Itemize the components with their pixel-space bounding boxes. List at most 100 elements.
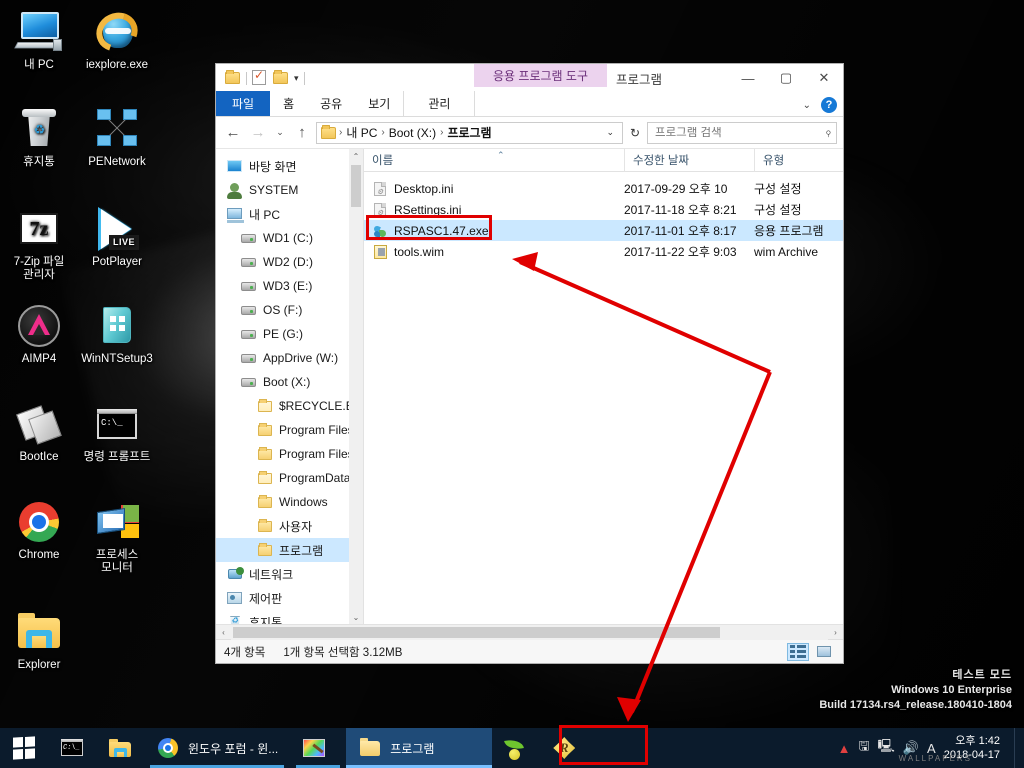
nav-item-pe-g[interactable]: PE (G:) xyxy=(216,322,349,346)
properties-icon[interactable] xyxy=(252,68,268,86)
minimize-button[interactable]: — xyxy=(729,64,767,92)
scroll-up-arrow[interactable]: ⌃ xyxy=(349,149,363,163)
scroll-right-arrow[interactable]: › xyxy=(828,628,843,637)
breadcrumb[interactable]: › 내 PC › Boot (X:) › 프로그램 ⌄ xyxy=(316,121,623,144)
navigation-pane[interactable]: 바탕 화면 SYSTEM 내 PC WD1 (C:) WD2 (D:) WD3 … xyxy=(216,149,364,624)
file-list-pane[interactable]: 이름 수정한 날짜 유형 ⌃ ⚙ Desktop.ini 2017-09-29 … xyxy=(364,148,843,624)
desktop[interactable]: 내 PC iexplore.exe ♻ 휴지통 PENetwork 7z 7-Z… xyxy=(0,0,1024,768)
tab-manage[interactable]: 관리 xyxy=(403,91,476,116)
back-button[interactable]: ← xyxy=(222,122,244,144)
desktop-icon-bootice[interactable]: BootIce xyxy=(0,400,78,464)
nav-item-network[interactable]: 네트워크 xyxy=(216,562,349,586)
desktop-icon-chrome[interactable]: Chrome xyxy=(0,498,78,562)
horizontal-scrollbar[interactable]: ‹ › xyxy=(216,624,843,640)
scroll-left-arrow[interactable]: ‹ xyxy=(216,628,231,637)
desktop-icon-process-monitor[interactable]: 프로세스 모니터 xyxy=(78,498,156,575)
thumbnail-view-icon[interactable] xyxy=(813,643,835,661)
navigation-pane-scrollbar[interactable]: ⌃ ⌄ xyxy=(349,149,363,624)
scrollbar-track[interactable] xyxy=(231,624,828,640)
ribbon-tab-bar[interactable]: 파일 홈 공유 보기 관리 ⌄ ? xyxy=(216,91,843,117)
nav-item-appdrive-w[interactable]: AppDrive (W:) xyxy=(216,346,349,370)
address-bar-row[interactable]: ← → ⌄ ↑ › 내 PC › Boot (X:) › 프로그램 ⌄ ↻ ⌕ xyxy=(216,117,843,148)
network-tray-icon[interactable]: 🖳 xyxy=(878,737,895,759)
tab-share[interactable]: 공유 xyxy=(307,91,355,116)
up-button[interactable]: ↑ xyxy=(291,122,313,144)
nav-item-boot-x[interactable]: Boot (X:) xyxy=(216,370,349,394)
desktop-icon-penetwork[interactable]: PENetwork xyxy=(78,105,156,169)
desktop-icon-my-pc[interactable]: 내 PC xyxy=(0,8,78,72)
desktop-icon-recycle-bin[interactable]: ♻ 휴지통 xyxy=(0,105,78,169)
nav-item-this-pc[interactable]: 내 PC xyxy=(216,202,349,226)
tab-file[interactable]: 파일 xyxy=(216,91,271,116)
nav-item-programdata[interactable]: ProgramData xyxy=(216,466,350,490)
search-input[interactable] xyxy=(655,126,826,139)
chevron-down-icon[interactable]: ⌄ xyxy=(803,100,811,111)
search-box[interactable]: ⌕ xyxy=(647,121,837,144)
desktop-icon-explorer[interactable]: Explorer xyxy=(0,608,78,672)
taskbar-item-file-explorer[interactable] xyxy=(96,728,144,768)
file-explorer-window[interactable]: ▾ 응용 프로그램 도구 프로그램 — ▢ ✕ 파일 홈 공유 보기 관리 ⌄ … xyxy=(215,63,844,664)
quick-access-toolbar[interactable]: ▾ xyxy=(216,64,305,92)
file-name-cell[interactable]: ⚙ RSettings.ini xyxy=(364,202,624,218)
desktop-icon-7zip[interactable]: 7z 7-Zip 파일 관리자 xyxy=(0,205,78,282)
ribbon-right-controls[interactable]: ⌄ ? xyxy=(803,97,837,113)
safely-remove-hardware-icon[interactable]: 🖫 xyxy=(858,737,869,759)
taskbar-item-r-app[interactable]: R xyxy=(540,728,588,768)
close-button[interactable]: ✕ xyxy=(805,64,843,92)
nav-item-windows[interactable]: Windows xyxy=(216,490,349,514)
help-icon[interactable]: ? xyxy=(821,97,837,113)
nav-item-control-panel[interactable]: 제어판 xyxy=(216,586,349,610)
recent-locations-icon[interactable]: ⌄ xyxy=(272,122,288,144)
nav-item-program-files-x86[interactable]: Program Files ( xyxy=(216,442,361,466)
file-name-cell[interactable]: tools.wim xyxy=(364,244,624,260)
table-row[interactable]: tools.wim 2017-11-22 오후 9:03 wim Archive xyxy=(364,241,843,262)
desktop-icon-potplayer[interactable]: LIVE PotPlayer xyxy=(78,205,156,269)
file-name-cell[interactable]: ⚙ Desktop.ini xyxy=(364,181,624,197)
show-hidden-icons-icon[interactable]: ▲ xyxy=(838,741,851,756)
taskbar-item-paint[interactable] xyxy=(290,728,346,768)
view-mode-buttons[interactable] xyxy=(787,642,835,661)
nav-item-recycle-bin[interactable]: 휴지통 xyxy=(216,610,349,624)
nav-item-wd3-e[interactable]: WD3 (E:) xyxy=(216,274,349,298)
maximize-button[interactable]: ▢ xyxy=(767,64,805,92)
nav-item-users[interactable]: 사용자 xyxy=(216,514,349,538)
nav-item-programs-selected[interactable]: 프로그램 xyxy=(216,538,349,562)
taskbar-item-leaf-app[interactable] xyxy=(492,728,540,768)
breadcrumb-item-my-pc[interactable]: 내 PC xyxy=(346,124,377,141)
show-desktop-button[interactable] xyxy=(1014,728,1020,768)
column-header-type[interactable]: 유형 xyxy=(754,148,843,172)
taskbar[interactable]: C:\_ 윈도우 포럼 - 윈... 프로그램 R ▲ 🖫 🖳 🔊 A 오후 1… xyxy=(0,728,1024,768)
refresh-button[interactable]: ↻ xyxy=(626,126,644,140)
nav-item-wd1-c[interactable]: WD1 (C:) xyxy=(216,226,349,250)
nav-item-wd2-d[interactable]: WD2 (D:) xyxy=(216,250,349,274)
tab-home[interactable]: 홈 xyxy=(270,91,307,116)
breadcrumb-item-current[interactable]: 프로그램 xyxy=(447,124,491,141)
scrollbar-thumb[interactable] xyxy=(351,165,361,207)
start-button[interactable] xyxy=(0,728,48,768)
chevron-down-icon[interactable]: ⌄ xyxy=(601,127,619,138)
forward-button[interactable]: → xyxy=(247,122,269,144)
file-name-cell[interactable]: RSPASC1.47.exe xyxy=(364,223,624,239)
taskbar-item-chrome[interactable]: 윈도우 포럼 - 윈... xyxy=(144,728,290,768)
chevron-down-icon[interactable]: ▾ xyxy=(294,73,299,84)
details-view-icon[interactable] xyxy=(787,642,809,661)
tab-view[interactable]: 보기 xyxy=(355,91,403,116)
nav-item-recycle-bin-folder[interactable]: $RECYCLE.BIN xyxy=(216,394,363,418)
taskbar-item-command-prompt[interactable]: C:\_ xyxy=(48,728,96,768)
desktop-icon-aimp4[interactable]: AIMP4 xyxy=(0,302,78,366)
taskbar-item-programs-folder[interactable]: 프로그램 xyxy=(346,728,493,768)
column-header-row[interactable]: 이름 수정한 날짜 유형 ⌃ xyxy=(364,148,843,172)
breadcrumb-item-boot-x[interactable]: Boot (X:) xyxy=(389,126,436,140)
desktop-icon-iexplore[interactable]: iexplore.exe xyxy=(78,5,156,72)
nav-item-program-files[interactable]: Program Files xyxy=(216,418,354,442)
folder-icon[interactable] xyxy=(225,70,241,86)
navigation-tree[interactable]: 바탕 화면 SYSTEM 내 PC WD1 (C:) WD2 (D:) WD3 … xyxy=(216,149,363,624)
table-row[interactable]: ⚙ Desktop.ini 2017-09-29 오후 10 구성 설정 xyxy=(364,178,843,199)
nav-item-os-f[interactable]: OS (F:) xyxy=(216,298,349,322)
scrollbar-thumb[interactable] xyxy=(233,626,720,638)
column-header-date[interactable]: 수정한 날짜 xyxy=(624,148,754,172)
column-header-name[interactable]: 이름 xyxy=(364,149,624,172)
nav-item-system[interactable]: SYSTEM xyxy=(216,178,349,202)
scroll-down-arrow[interactable]: ⌄ xyxy=(349,610,363,624)
desktop-icon-command-prompt[interactable]: C:\_ 명령 프롬프트 xyxy=(78,400,156,464)
